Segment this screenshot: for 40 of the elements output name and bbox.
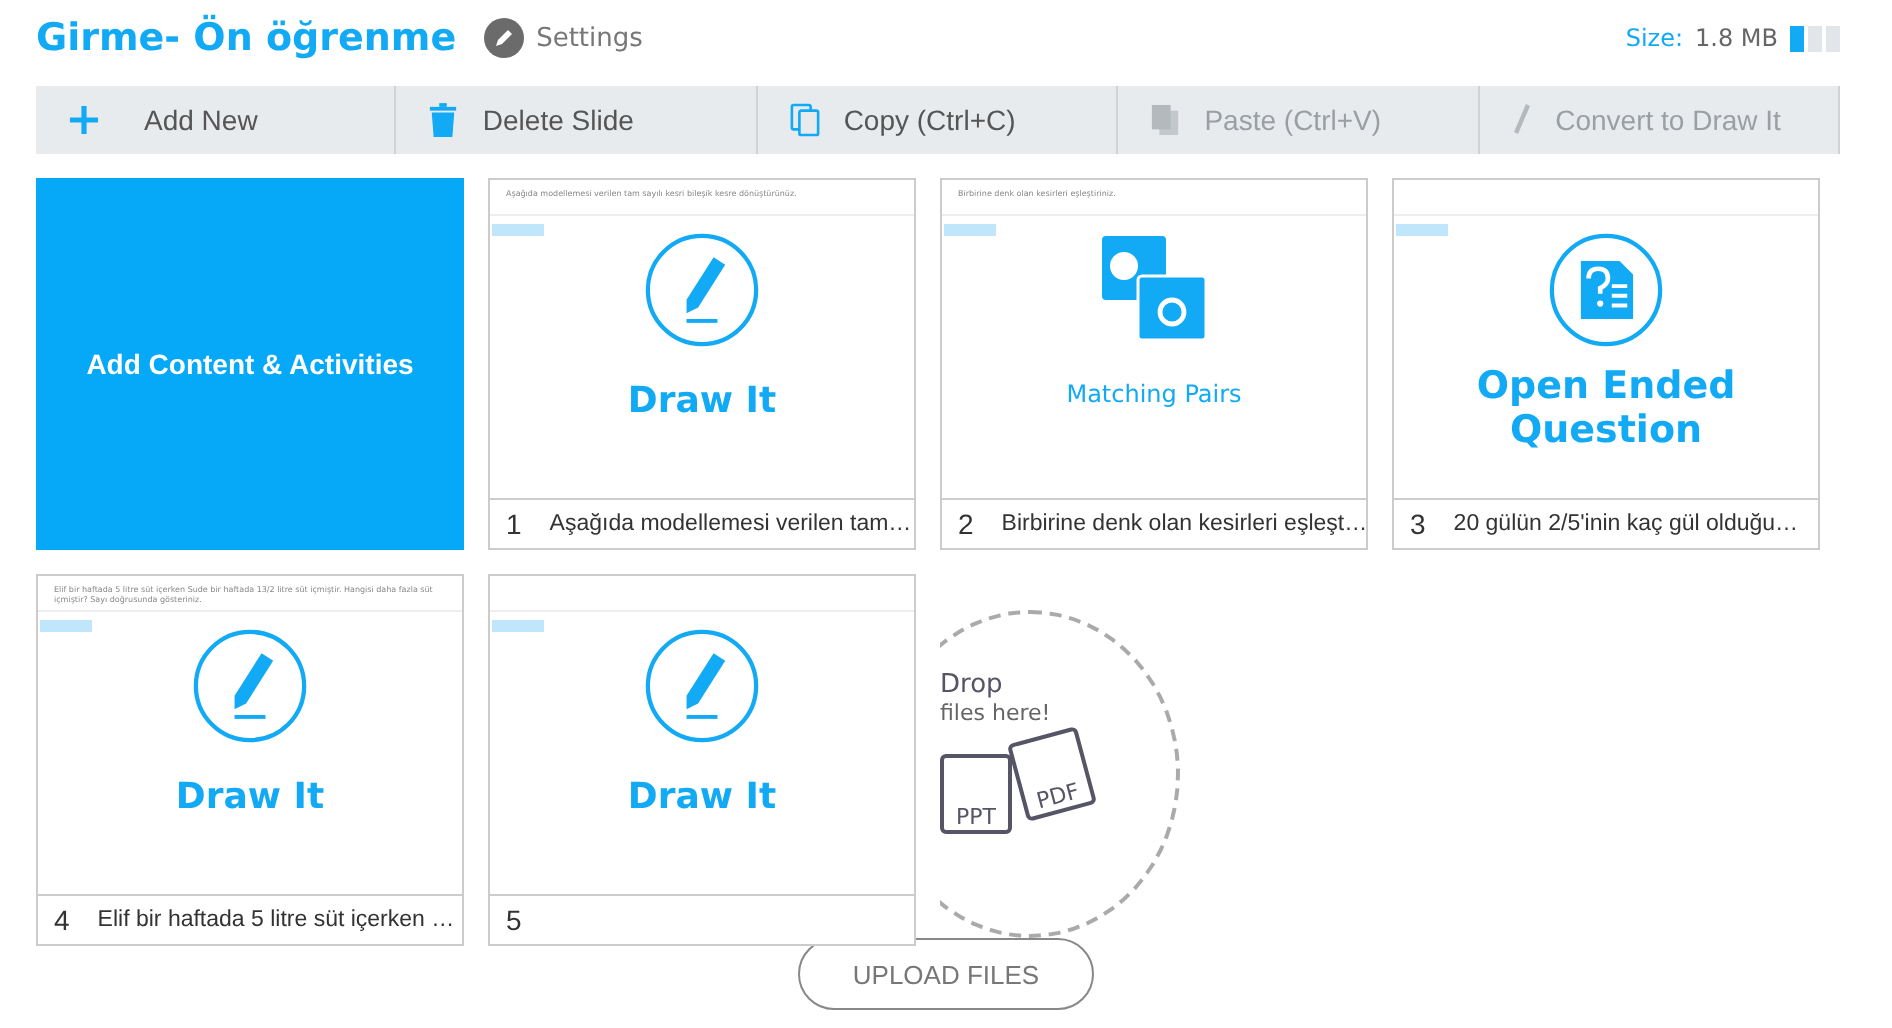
slide-number: 2 [958,508,974,540]
slide-card[interactable]: Open Ended Question 3 20 gülün 2/5'inin kaç gül olduğu… [1392,178,1820,550]
slide-caption: Elif bir haftada 5 litre süt içerken … [97,908,455,932]
preview-tag-icon [492,224,544,236]
question-document-icon [1548,232,1664,348]
ppt-file-icon: PPT [940,754,1012,834]
slide-caption: Birbirine denk olan kesirleri eşleşt… [1001,512,1368,536]
pencil-icon [644,232,760,348]
upload-files-button[interactable]: UPLOAD FILES [798,938,1094,1010]
size-value: 1.8 MB [1695,24,1778,52]
slide-number: 3 [1410,508,1426,540]
copy-icon [789,102,820,138]
preview-tag-icon [944,224,996,236]
activity-type-label: Draw It [627,380,777,424]
drop-title: Drop [940,670,1003,700]
trash-icon [428,102,459,138]
pencil-icon[interactable] [484,18,525,58]
slide-caption: 20 gülün 2/5'inin kaç gül olduğu… [1453,512,1799,536]
preview-tag-icon [40,620,92,632]
size-label: Size: [1625,24,1684,52]
preview-tag-icon [492,620,544,632]
slide-number: 5 [506,904,522,936]
slide-number: 1 [506,508,522,540]
drop-subtitle: files here! [940,700,1051,726]
activity-type-label: Open Ended Question [1474,364,1738,452]
paste-icon [1150,102,1181,138]
plus-icon [68,104,100,136]
slide-number: 4 [54,904,70,936]
pencil-icon [644,628,760,744]
activity-type-label: Draw It [627,776,777,820]
settings-link[interactable]: Settings [536,23,643,53]
pencil-icon [192,628,308,744]
slide-caption: Aşağıda modellemesi verilen tam… [549,512,912,536]
preview-tag-icon [1396,224,1448,236]
pencil-icon [1511,102,1532,138]
activity-type-label: Matching Pairs [1066,378,1242,412]
page-title: Girme- Ön öğrenme [36,16,457,60]
matching-cards-icon [1098,232,1210,344]
slide-card[interactable]: Draw It 5 [488,574,916,946]
activity-type-label: Draw It [175,776,325,820]
